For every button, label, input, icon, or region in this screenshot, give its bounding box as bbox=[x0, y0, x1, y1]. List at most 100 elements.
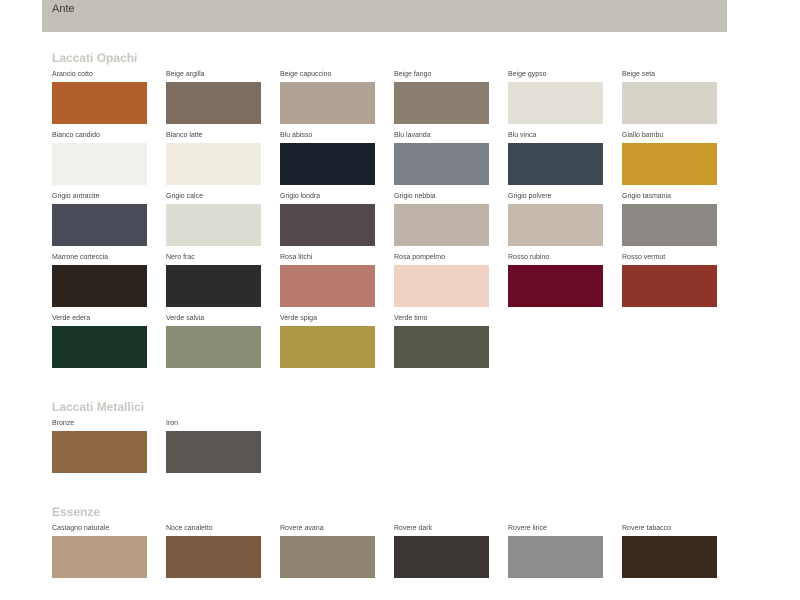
header-bar: Ante bbox=[42, 0, 727, 32]
swatch-color-chip[interactable] bbox=[280, 326, 375, 368]
swatch-rosso-vermut[interactable]: Rosso vermut bbox=[622, 253, 717, 307]
swatch-grigio-antracite[interactable]: Grigio antracite bbox=[52, 192, 147, 246]
section-title-laccati-metallici: Laccati Metallici bbox=[52, 400, 145, 414]
section-title-essenze: Essenze bbox=[52, 505, 101, 519]
swatch-color-chip[interactable] bbox=[166, 82, 261, 124]
swatch-color-chip[interactable] bbox=[394, 265, 489, 307]
swatch-beige-seta[interactable]: Beige seta bbox=[622, 70, 717, 124]
swatch-rovere-dark[interactable]: Rovere dark bbox=[394, 524, 489, 578]
swatch-giallo-bambu[interactable]: Giallo bambu bbox=[622, 131, 717, 185]
swatch-color-chip[interactable] bbox=[394, 536, 489, 578]
swatch-color-chip[interactable] bbox=[52, 82, 147, 124]
swatch-verde-edera[interactable]: Verde edera bbox=[52, 314, 147, 368]
swatch-color-chip[interactable] bbox=[622, 204, 717, 246]
swatch-verde-salvia[interactable]: Verde salvia bbox=[166, 314, 261, 368]
swatch-grigio-londra[interactable]: Grigio londra bbox=[280, 192, 375, 246]
swatch-rosa-pompelmo[interactable]: Rosa pompelmo bbox=[394, 253, 489, 307]
swatch-color-chip[interactable] bbox=[52, 326, 147, 368]
swatch-color-chip[interactable] bbox=[166, 431, 261, 473]
swatch-label: Iron bbox=[166, 420, 179, 427]
swatch-color-chip[interactable] bbox=[622, 82, 717, 124]
swatch-color-chip[interactable] bbox=[508, 265, 603, 307]
swatch-color-chip[interactable] bbox=[52, 431, 147, 473]
swatch-noce-canaletto[interactable]: Noce canaletto bbox=[166, 524, 261, 578]
swatch-rosso-rubino[interactable]: Rosso rubino bbox=[508, 253, 603, 307]
swatch-color-chip[interactable] bbox=[622, 536, 717, 578]
swatch-label: Blu vinca bbox=[508, 132, 537, 139]
swatch-label: Grigio calce bbox=[166, 193, 203, 200]
swatch-rosa-litchi[interactable]: Rosa litchi bbox=[280, 253, 375, 307]
finishes-page: Ante Laccati Opachi Laccati Metallici Es… bbox=[0, 0, 800, 600]
swatch-arancio-cotto[interactable]: Arancio cotto bbox=[52, 70, 147, 124]
swatch-color-chip[interactable] bbox=[280, 265, 375, 307]
swatch-label: Rovere tabacco bbox=[622, 525, 672, 532]
swatch-color-chip[interactable] bbox=[394, 326, 489, 368]
swatch-rovere-tabacco[interactable]: Rovere tabacco bbox=[622, 524, 717, 578]
swatch-label: Blu lavanda bbox=[394, 132, 431, 139]
swatch-label: Grigio nebbia bbox=[394, 193, 436, 200]
swatch-color-chip[interactable] bbox=[622, 143, 717, 185]
swatch-label: Grigio londra bbox=[280, 193, 321, 200]
swatch-label: Rosso vermut bbox=[622, 254, 666, 261]
swatch-color-chip[interactable] bbox=[394, 143, 489, 185]
swatch-blu-abisso[interactable]: Blu abisso bbox=[280, 131, 375, 185]
swatch-color-chip[interactable] bbox=[622, 265, 717, 307]
swatch-label: Rosa pompelmo bbox=[394, 254, 445, 261]
swatch-color-chip[interactable] bbox=[394, 82, 489, 124]
swatch-bianco-candido[interactable]: Bianco candido bbox=[52, 131, 147, 185]
swatch-beige-argilla[interactable]: Beige argilla bbox=[166, 70, 261, 124]
swatch-color-chip[interactable] bbox=[166, 143, 261, 185]
swatch-castagno-naturale[interactable]: Castagno naturale bbox=[52, 524, 147, 578]
swatch-color-chip[interactable] bbox=[280, 204, 375, 246]
swatch-label: Verde spiga bbox=[280, 315, 317, 322]
swatch-label: Bronze bbox=[52, 420, 75, 427]
swatch-color-chip[interactable] bbox=[52, 265, 147, 307]
swatch-label: Giallo bambu bbox=[622, 132, 664, 139]
swatch-grigio-polvere[interactable]: Grigio polvere bbox=[508, 192, 603, 246]
swatch-color-chip[interactable] bbox=[508, 143, 603, 185]
swatch-color-chip[interactable] bbox=[52, 204, 147, 246]
swatch-color-chip[interactable] bbox=[394, 204, 489, 246]
swatch-color-chip[interactable] bbox=[508, 536, 603, 578]
swatch-grigio-calce[interactable]: Grigio calce bbox=[166, 192, 261, 246]
swatch-label: Beige argilla bbox=[166, 71, 205, 78]
swatch-label: Beige gypso bbox=[508, 71, 547, 78]
swatch-blu-vinca[interactable]: Blu vinca bbox=[508, 131, 603, 185]
swatch-label: Arancio cotto bbox=[52, 71, 93, 78]
swatch-label: Beige capuccino bbox=[280, 71, 332, 78]
swatch-color-chip[interactable] bbox=[280, 82, 375, 124]
swatch-label: Nero frac bbox=[166, 254, 195, 261]
swatch-beige-gypso[interactable]: Beige gypso bbox=[508, 70, 603, 124]
swatch-beige-capuccino[interactable]: Beige capuccino bbox=[280, 70, 375, 124]
swatch-grigio-nebbia[interactable]: Grigio nebbia bbox=[394, 192, 489, 246]
swatch-label: Blu abisso bbox=[280, 132, 313, 139]
swatch-iron[interactable]: Iron bbox=[166, 419, 261, 473]
swatch-beige-fango[interactable]: Beige fango bbox=[394, 70, 489, 124]
swatch-rovere-avana[interactable]: Rovere avana bbox=[280, 524, 375, 578]
swatch-label: Grigio polvere bbox=[508, 193, 552, 200]
swatch-grigio-tasmania[interactable]: Grigio tasmania bbox=[622, 192, 717, 246]
swatch-color-chip[interactable] bbox=[280, 143, 375, 185]
swatch-rovere-lince[interactable]: Rovere lince bbox=[508, 524, 603, 578]
swatch-label: Beige seta bbox=[622, 71, 656, 78]
swatch-color-chip[interactable] bbox=[166, 326, 261, 368]
swatch-color-chip[interactable] bbox=[280, 536, 375, 578]
swatch-color-chip[interactable] bbox=[508, 204, 603, 246]
swatch-blu-lavanda[interactable]: Blu lavanda bbox=[394, 131, 489, 185]
swatch-color-chip[interactable] bbox=[166, 265, 261, 307]
swatch-verde-timo[interactable]: Verde timo bbox=[394, 314, 489, 368]
swatch-label: Beige fango bbox=[394, 71, 432, 78]
swatch-label: Bianco latte bbox=[166, 132, 203, 139]
swatch-verde-spiga[interactable]: Verde spiga bbox=[280, 314, 375, 368]
swatch-color-chip[interactable] bbox=[166, 536, 261, 578]
swatch-color-chip[interactable] bbox=[52, 143, 147, 185]
swatch-marrone-corteccia[interactable]: Marrone corteccia bbox=[52, 253, 147, 307]
swatch-bronze[interactable]: Bronze bbox=[52, 419, 147, 473]
swatch-label: Rovere lince bbox=[508, 525, 547, 532]
swatch-bianco-latte[interactable]: Bianco latte bbox=[166, 131, 261, 185]
section-title-laccati-opachi: Laccati Opachi bbox=[52, 51, 138, 65]
swatch-color-chip[interactable] bbox=[166, 204, 261, 246]
swatch-color-chip[interactable] bbox=[508, 82, 603, 124]
swatch-nero-frac[interactable]: Nero frac bbox=[166, 253, 261, 307]
swatch-color-chip[interactable] bbox=[52, 536, 147, 578]
